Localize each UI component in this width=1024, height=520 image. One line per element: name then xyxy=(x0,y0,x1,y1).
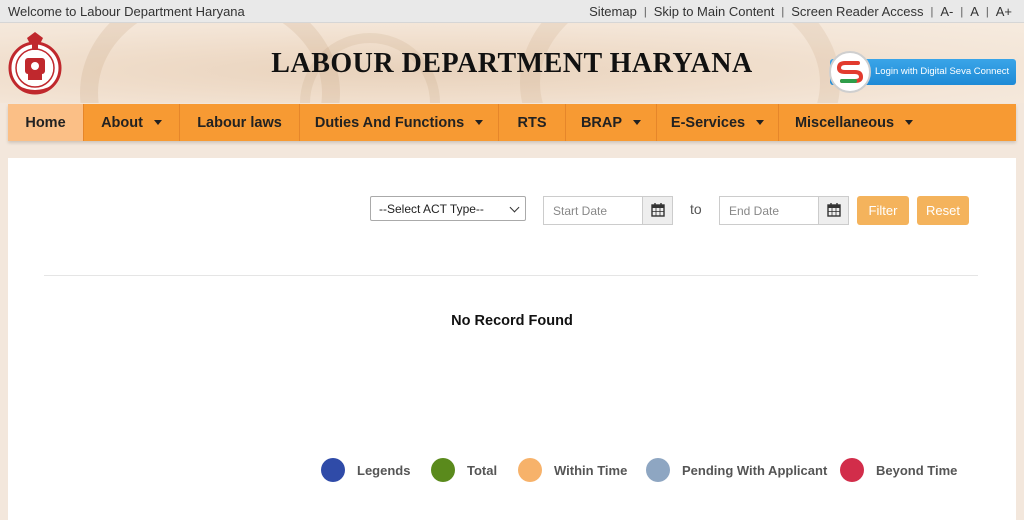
font-normal-link[interactable]: A xyxy=(970,4,979,19)
legend-label: Beyond Time xyxy=(876,462,958,478)
start-date-field[interactable]: Start Date xyxy=(543,196,673,225)
date-range-to-label: to xyxy=(690,201,702,217)
legend-dot xyxy=(431,458,455,482)
top-utility-bar: Welcome to Labour Department Haryana Sit… xyxy=(0,0,1024,23)
site-header: LABOUR DEPARTMENT HARYANA Login with Dig… xyxy=(0,23,1024,103)
nav-label: Miscellaneous xyxy=(794,114,895,131)
divider xyxy=(44,275,978,276)
digital-seva-logo-icon[interactable] xyxy=(829,51,871,93)
legend-label: Legends xyxy=(357,462,411,478)
caret-down-icon xyxy=(475,120,484,125)
calendar-icon[interactable] xyxy=(818,197,848,224)
legend-item-within-time: Within Time xyxy=(518,458,627,482)
legend-dot xyxy=(321,458,345,482)
legend-dot xyxy=(840,458,864,482)
nav-label: Labour laws xyxy=(197,114,282,131)
act-type-select-value: --Select ACT Type-- xyxy=(379,202,484,216)
font-increase-link[interactable]: A+ xyxy=(996,4,1012,19)
nav-label: Home xyxy=(25,114,66,131)
legend-item-beyond-time: Beyond Time xyxy=(840,458,957,482)
legend-item-total: Total xyxy=(431,458,497,482)
separator: | xyxy=(930,5,934,18)
act-type-select[interactable]: --Select ACT Type-- xyxy=(370,196,526,221)
welcome-text: Welcome to Labour Department Haryana xyxy=(8,4,245,19)
nav-about[interactable]: About xyxy=(84,104,180,141)
caret-down-icon xyxy=(153,120,162,125)
filter-button[interactable]: Filter xyxy=(857,196,909,225)
chevron-down-icon xyxy=(509,202,520,213)
screen-reader-access-link[interactable]: Screen Reader Access xyxy=(791,4,923,19)
utility-links: Sitemap | Skip to Main Content | Screen … xyxy=(589,4,1012,19)
nav-label: RTS xyxy=(517,114,547,131)
caret-down-icon xyxy=(756,120,765,125)
calendar-icon[interactable] xyxy=(642,197,672,224)
no-record-message: No Record Found xyxy=(451,313,573,329)
caret-down-icon xyxy=(905,120,914,125)
login-button-label: Login with Digital Seva Connect xyxy=(875,66,1010,77)
end-date-field[interactable]: End Date xyxy=(719,196,849,225)
reset-button[interactable]: Reset xyxy=(917,196,969,225)
nav-label: E-Services xyxy=(670,114,746,131)
nav-duties-and-functions[interactable]: Duties And Functions xyxy=(300,104,499,141)
caret-down-icon xyxy=(633,120,642,125)
skip-to-main-content-link[interactable]: Skip to Main Content xyxy=(654,4,775,19)
legend-dot xyxy=(518,458,542,482)
content-panel: --Select ACT Type-- Start Date to End Da… xyxy=(8,158,1016,520)
nav-home[interactable]: Home xyxy=(8,104,84,141)
legend-dot xyxy=(646,458,670,482)
nav-brap[interactable]: BRAP xyxy=(566,104,657,141)
nav-e-services[interactable]: E-Services xyxy=(657,104,779,141)
separator: | xyxy=(985,5,989,18)
nav-labour-laws[interactable]: Labour laws xyxy=(180,104,300,141)
font-decrease-link[interactable]: A- xyxy=(940,4,953,19)
separator: | xyxy=(781,5,785,18)
nav-label: Duties And Functions xyxy=(314,114,465,131)
nav-label: About xyxy=(101,114,143,131)
nav-miscellaneous[interactable]: Miscellaneous xyxy=(779,104,929,141)
legend-label: Total xyxy=(467,462,498,478)
start-date-placeholder: Start Date xyxy=(553,204,608,218)
legend-label: Within Time xyxy=(554,462,628,478)
nav-label: BRAP xyxy=(580,114,623,131)
separator: | xyxy=(643,5,647,18)
legend-item-pending-with-applicant: Pending With Applicant xyxy=(646,458,827,482)
main-navigation: Home About Labour laws Duties And Functi… xyxy=(8,104,1016,141)
legend-item-legends: Legends xyxy=(321,458,410,482)
legend-label: Pending With Applicant xyxy=(682,462,828,478)
separator: | xyxy=(960,5,964,18)
sitemap-link[interactable]: Sitemap xyxy=(589,4,637,19)
digital-seva-icon xyxy=(836,61,864,83)
end-date-placeholder: End Date xyxy=(729,204,780,218)
nav-rts[interactable]: RTS xyxy=(499,104,566,141)
